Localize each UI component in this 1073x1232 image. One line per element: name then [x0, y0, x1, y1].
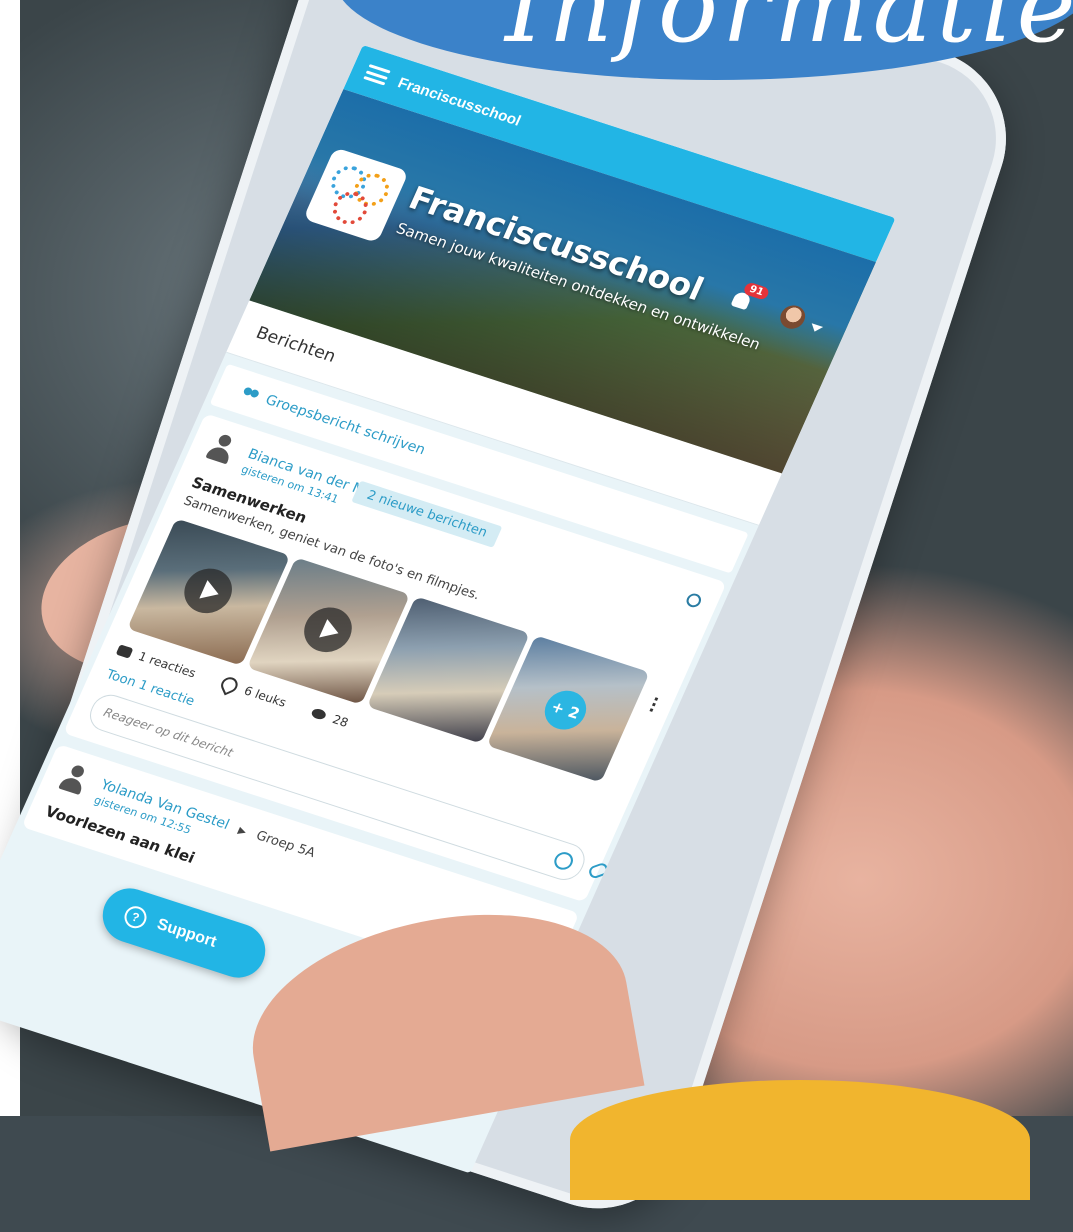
comment-icon: [115, 643, 134, 659]
caret-right-icon: ▶: [236, 825, 248, 838]
corner-badge: [570, 1080, 1030, 1200]
menu-icon[interactable]: [363, 64, 391, 86]
user-icon: [203, 431, 240, 467]
banner-title: Informatie: [505, 0, 1073, 65]
play-icon: [176, 562, 240, 620]
comments-label: 1 reacties: [136, 649, 199, 681]
help-icon: ?: [121, 903, 150, 932]
gears-icon: [317, 160, 396, 231]
heart-icon: [218, 674, 241, 696]
views-label: 28: [330, 712, 351, 730]
likes-label: 6 leuks: [241, 683, 289, 710]
user-icon: [56, 762, 93, 798]
support-label: Support: [154, 915, 219, 951]
emoji-icon[interactable]: [551, 849, 576, 872]
group-icon: [241, 386, 261, 402]
views-count: 28: [309, 706, 351, 730]
more-photos-count: + 2: [538, 685, 593, 735]
play-icon: [296, 601, 360, 659]
eye-icon: [310, 707, 328, 721]
